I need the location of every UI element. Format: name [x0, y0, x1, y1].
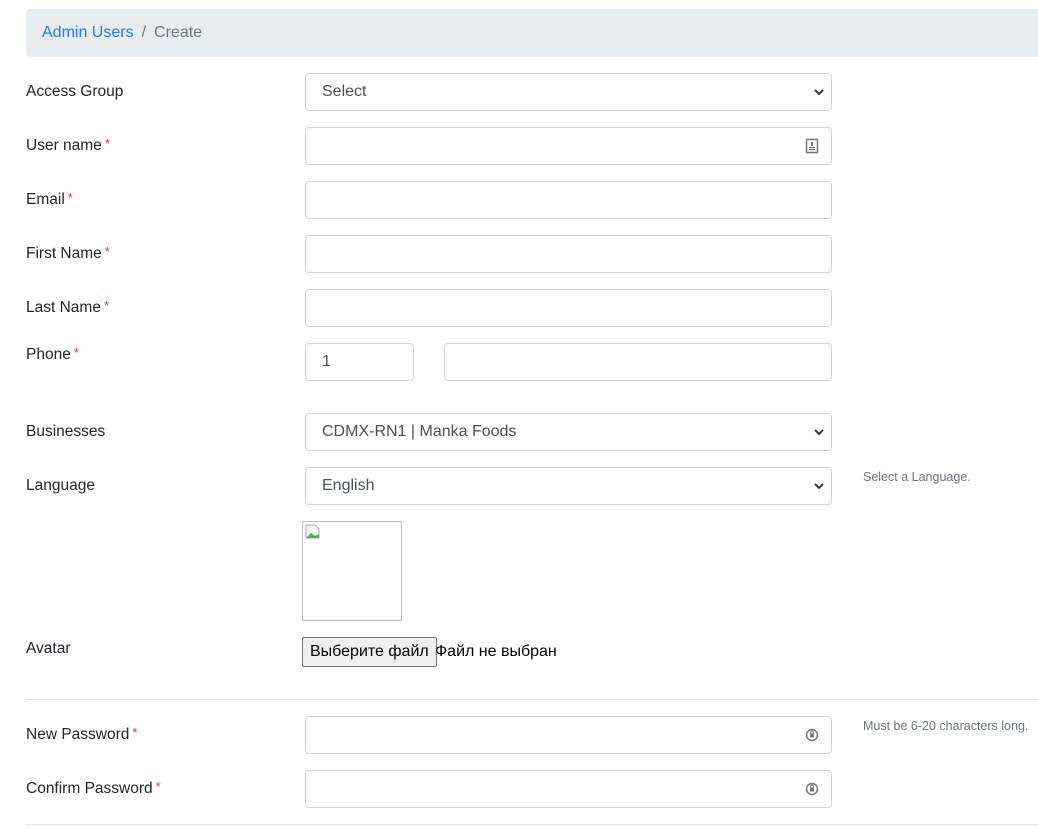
access-group-label-text: Access Group	[26, 83, 124, 100]
chevron-down-icon	[814, 483, 824, 490]
required-mark: *	[132, 725, 138, 740]
businesses-label-text: Businesses	[26, 423, 106, 440]
required-mark: *	[155, 779, 161, 794]
access-group-value: Select	[322, 83, 367, 100]
username-label-text: User name	[26, 137, 102, 154]
language-help-text: Select a Language.	[863, 470, 971, 484]
phone-number-input[interactable]	[444, 343, 832, 381]
breadcrumb-current: Create	[154, 24, 203, 41]
file-status-text: Файл не выбран	[435, 643, 557, 660]
new-password-label-text: New Password	[26, 726, 130, 743]
last-name-label-text: Last Name	[26, 299, 101, 316]
email-label-text: Email	[26, 191, 65, 208]
phone-label-text: Phone	[26, 346, 71, 363]
new-password-label: New Password *	[26, 725, 138, 744]
avatar-preview-image	[302, 521, 402, 621]
access-group-label: Access Group	[26, 83, 123, 101]
access-group-select[interactable]: Select	[305, 73, 832, 111]
language-label: Language	[26, 477, 95, 495]
businesses-select[interactable]: CDMX-RN1 | Manka Foods	[305, 413, 832, 451]
breadcrumb-separator: /	[141, 24, 147, 41]
required-mark: *	[104, 136, 110, 151]
username-label: User name *	[26, 136, 110, 155]
choose-file-button[interactable]: Выберите файл	[302, 637, 437, 667]
last-name-label: Last Name *	[26, 298, 110, 317]
first-name-label: First Name *	[26, 244, 110, 263]
breadcrumb: Admin Users / Create	[26, 9, 1038, 57]
businesses-label: Businesses	[26, 423, 105, 441]
required-mark: *	[73, 345, 79, 360]
email-label: Email *	[26, 190, 73, 209]
divider	[26, 824, 1038, 825]
avatar-label: Avatar	[26, 640, 71, 658]
divider	[26, 699, 1038, 700]
username-input[interactable]	[305, 127, 832, 165]
phone-country-code-value: 1	[322, 353, 331, 370]
confirm-password-label: Confirm Password *	[26, 779, 161, 798]
language-select[interactable]: English	[305, 467, 832, 505]
confirm-password-input[interactable]	[305, 770, 832, 808]
password-key-icon	[805, 728, 819, 742]
language-value: English	[322, 477, 375, 494]
phone-country-code-input[interactable]: 1	[305, 343, 414, 381]
avatar-label-text: Avatar	[26, 640, 71, 657]
language-label-text: Language	[26, 477, 95, 494]
required-mark: *	[104, 244, 110, 259]
businesses-value: CDMX-RN1 | Manka Foods	[322, 423, 517, 440]
required-mark: *	[103, 298, 110, 313]
contact-card-icon	[805, 138, 819, 154]
chevron-down-icon	[814, 89, 824, 96]
confirm-password-label-text: Confirm Password	[26, 780, 153, 797]
new-password-input[interactable]	[305, 716, 832, 754]
breadcrumb-admin-users-link[interactable]: Admin Users	[42, 24, 134, 42]
password-help-text: Must be 6-20 characters long.	[863, 719, 1029, 733]
first-name-input[interactable]	[305, 235, 832, 273]
phone-label: Phone *	[26, 345, 79, 364]
broken-image-icon	[305, 524, 320, 539]
password-key-icon	[805, 782, 819, 796]
email-input[interactable]	[305, 181, 832, 219]
first-name-label-text: First Name	[26, 245, 102, 262]
last-name-input[interactable]	[305, 289, 832, 327]
chevron-down-icon	[814, 429, 824, 436]
required-mark: *	[67, 190, 73, 205]
